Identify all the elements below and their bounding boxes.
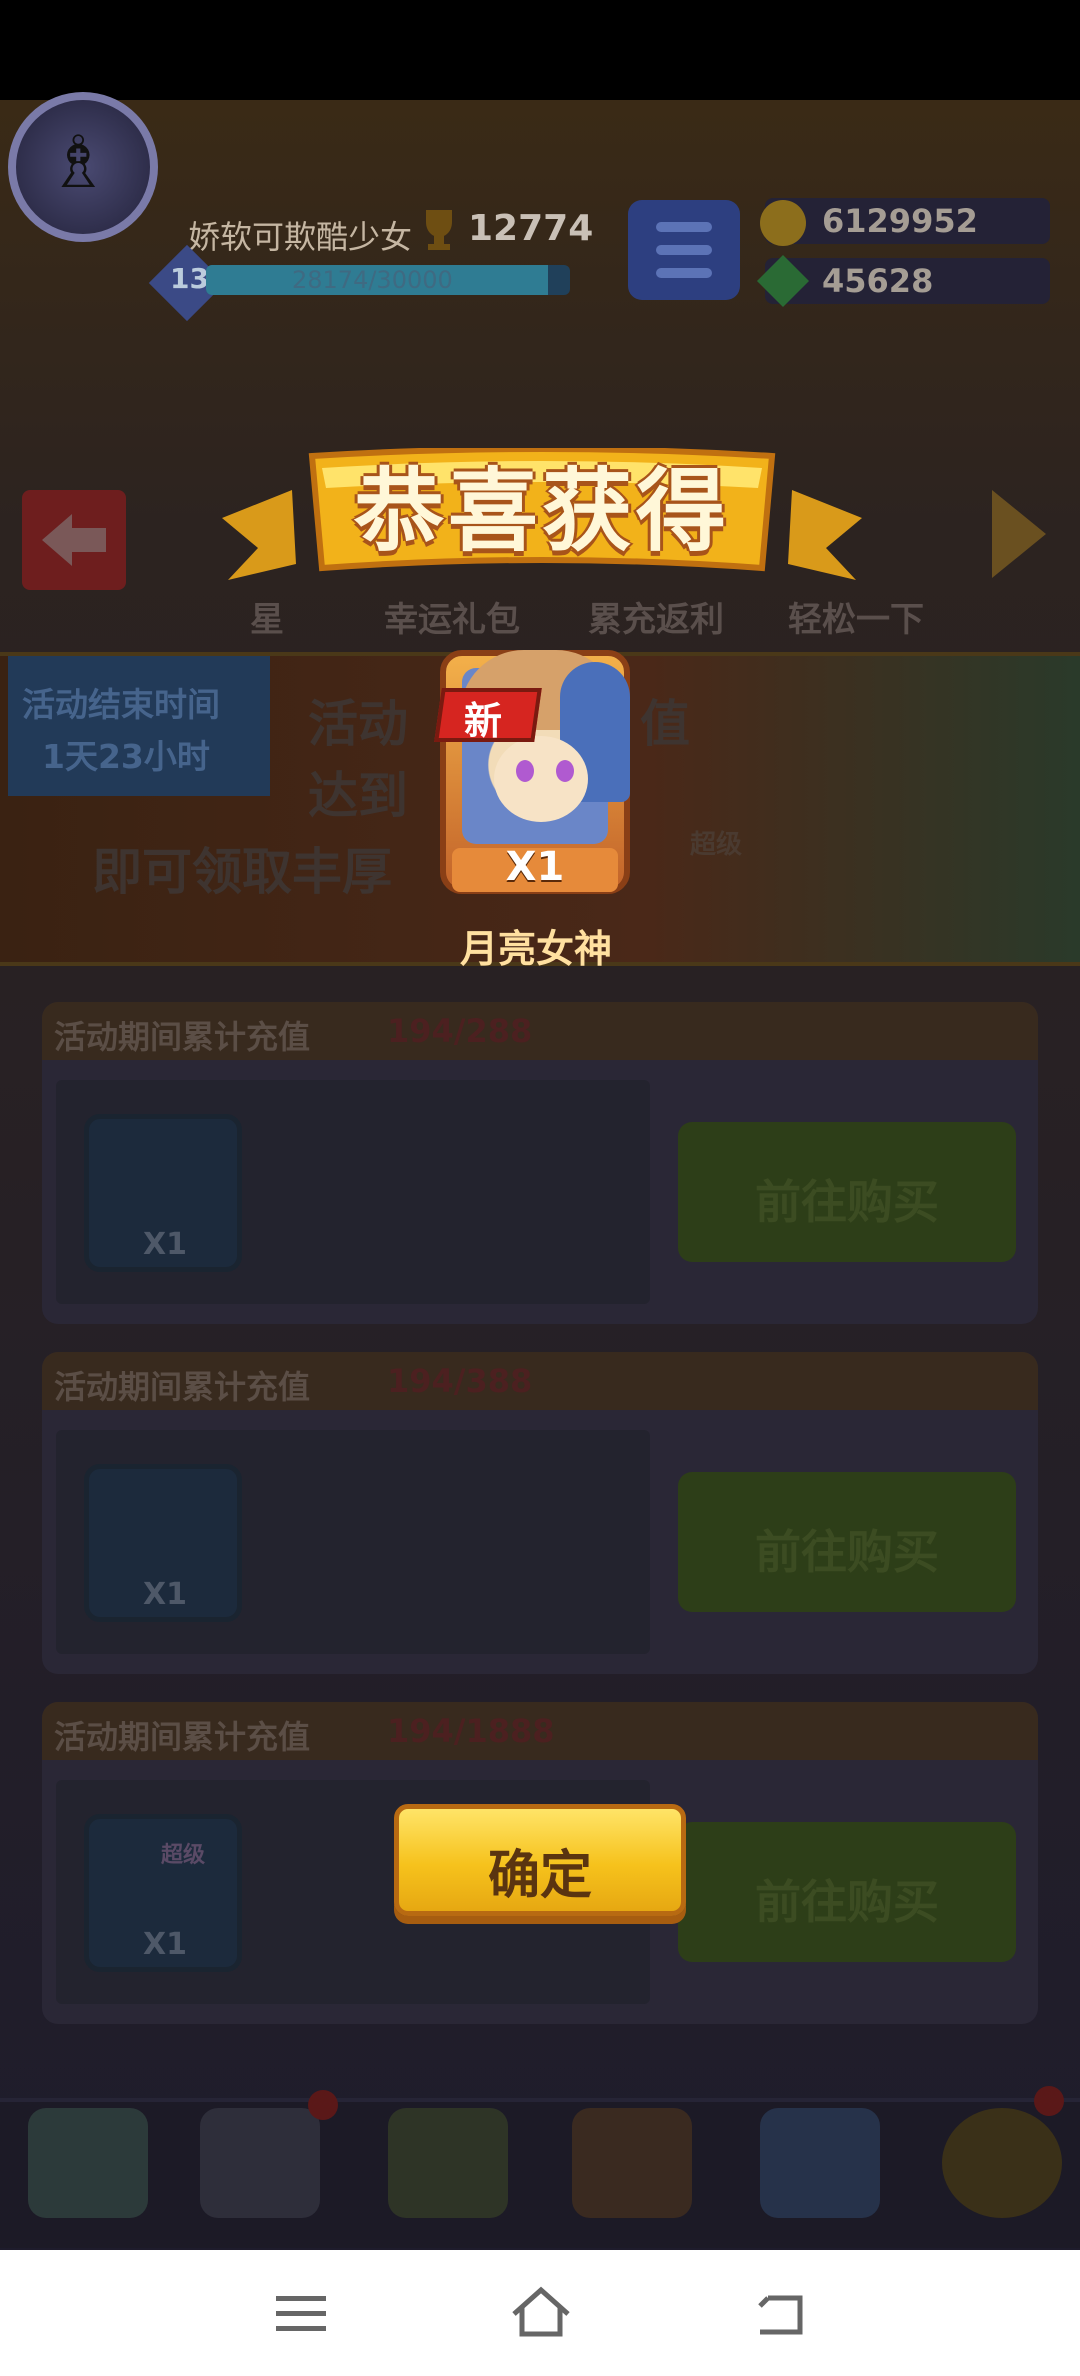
banner-text-line2: 达到 [308, 767, 408, 825]
card-title: 活动期间累计充值 [54, 1368, 311, 1406]
coin-icon [760, 200, 806, 246]
nav-guild-icon[interactable] [760, 2108, 880, 2218]
confirm-button[interactable]: 确定 [394, 1804, 686, 1916]
reward-quantity: X1 [505, 844, 565, 890]
hero-eye [516, 760, 534, 782]
go-buy-label: 前往购买 [755, 1175, 939, 1229]
hero-eye [556, 760, 574, 782]
tab-lucky-pack[interactable]: 幸运礼包 [384, 592, 520, 641]
reward-card-2: 活动期间累计充值 194/388 X1 前往购买 [42, 1352, 1038, 1674]
trophy-icon [426, 210, 452, 250]
card-progress: 194/1888 [387, 1712, 555, 1750]
nav-helmet-icon[interactable] [200, 2108, 320, 2218]
hero-face [494, 736, 588, 822]
home-icon[interactable] [506, 2278, 576, 2348]
game-bottom-nav [0, 2098, 1080, 2248]
system-nav-bar [0, 2250, 1080, 2376]
banner-text-line1: 活动 [308, 695, 408, 753]
nav-shield-icon[interactable] [572, 2108, 692, 2218]
event-timer-value: 1天23小时 [42, 737, 210, 776]
level-number: 13 [170, 262, 209, 295]
exp-text: 28174/30000 [292, 266, 453, 294]
go-buy-button[interactable]: 前往购买 [678, 1472, 1016, 1612]
trophy-count: 12774 [468, 208, 594, 249]
menu-button[interactable] [628, 200, 740, 300]
chest-item-slot[interactable]: X1 [84, 1464, 242, 1622]
go-buy-label: 前往购买 [755, 1875, 939, 1929]
notification-dot [308, 2090, 338, 2120]
item-quantity: X1 [143, 1927, 188, 1962]
tab-relax[interactable]: 轻松一下 [788, 592, 924, 641]
coin-amount: 6129952 [822, 202, 978, 240]
gem-amount: 45628 [822, 262, 934, 300]
next-arrow-icon[interactable] [992, 490, 1046, 578]
go-buy-label: 前往购买 [755, 1525, 939, 1579]
reward-item-name: 月亮女神 [459, 927, 612, 971]
card-title: 活动期间累计充值 [54, 1718, 311, 1756]
player-name: 娇软可欺酷少女 [188, 218, 413, 256]
go-buy-button[interactable]: 前往购买 [678, 1822, 1016, 1962]
confirm-label: 确定 [487, 1846, 592, 1906]
menu-icon[interactable] [266, 2278, 336, 2348]
item-quantity: X1 [143, 1227, 188, 1262]
avatar[interactable]: ♗ [8, 92, 158, 242]
chest-item-slot[interactable]: 超级 X1 [84, 1814, 242, 1972]
event-timer-label: 活动结束时间 [22, 685, 220, 724]
item-quantity: X1 [143, 1577, 188, 1612]
card-progress: 194/388 [387, 1362, 533, 1400]
card-progress: 194/288 [387, 1012, 533, 1050]
chest-item-slot[interactable]: X1 [84, 1114, 242, 1272]
card-title: 活动期间累计充值 [54, 1018, 311, 1056]
tab-recharge-rebate[interactable]: 累充返利 [588, 592, 724, 641]
status-bar [0, 0, 1080, 100]
back-button[interactable] [22, 490, 126, 590]
back-arrow-icon [42, 514, 106, 566]
notification-dot [1034, 2086, 1064, 2116]
new-badge-label: 新 [464, 699, 503, 743]
go-buy-button[interactable]: 前往购买 [678, 1122, 1016, 1262]
nav-battle-icon[interactable] [388, 2108, 508, 2218]
super-badge: 超级 [161, 1843, 206, 1868]
app-root: ♗ 娇软可欺酷少女 12774 13 28174/30000 6129952 4… [0, 0, 1080, 2376]
nav-chest-icon[interactable] [28, 2108, 148, 2218]
back-icon[interactable] [746, 2278, 816, 2348]
tab-star[interactable]: 星 [250, 592, 284, 641]
nav-compass-icon[interactable] [942, 2108, 1062, 2218]
banner-text-line3: 即可领取丰厚 [92, 843, 392, 901]
popup-title: 恭喜获得 [354, 459, 730, 564]
banner-text-line1-tail: 值 [640, 695, 690, 753]
reward-card-1: 活动期间累计充值 194/288 X1 前往购买 [42, 1002, 1038, 1324]
banner-super-badge: 超级 [690, 830, 743, 860]
